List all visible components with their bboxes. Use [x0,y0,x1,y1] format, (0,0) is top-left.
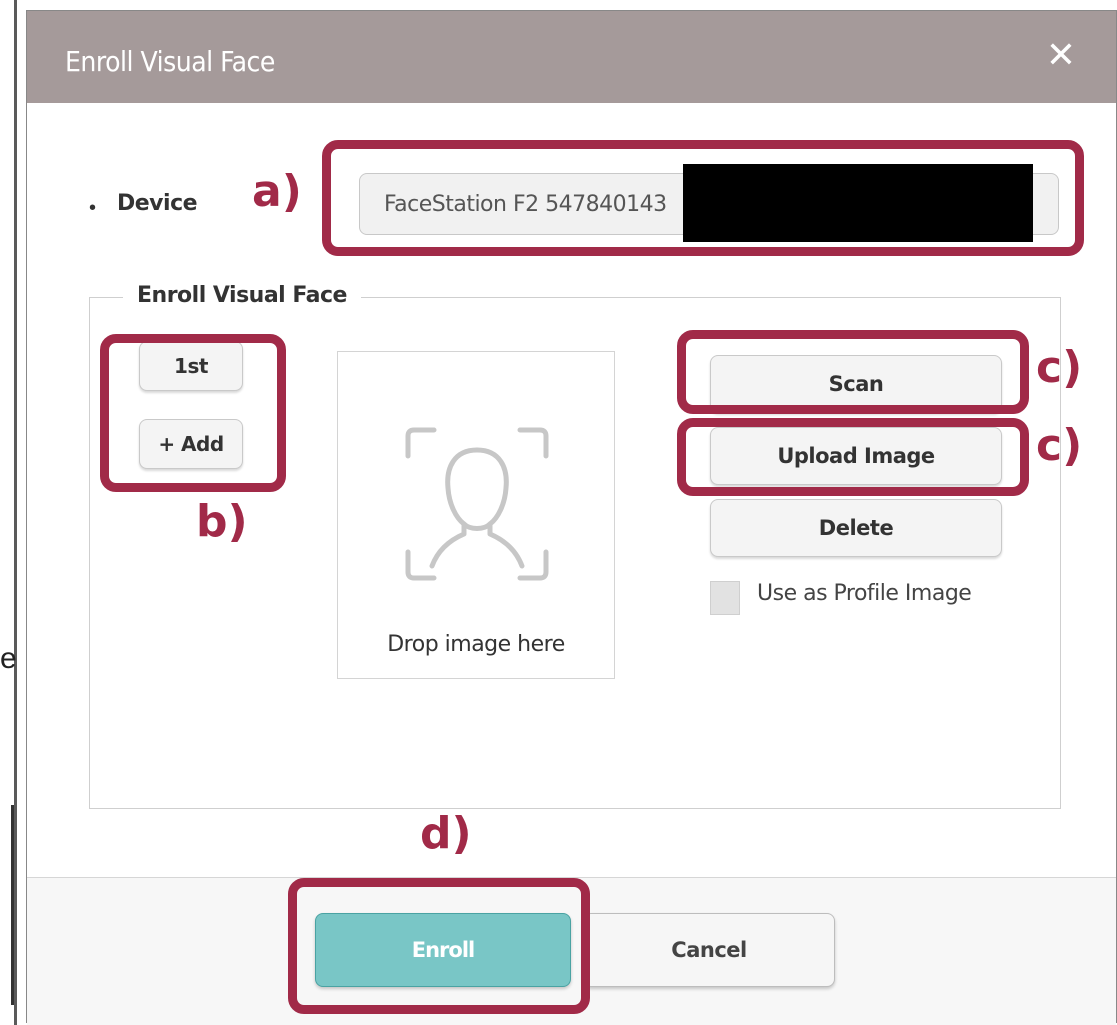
delete-button[interactable]: Delete [710,499,1002,557]
annotation-box-upload [677,418,1029,496]
image-dropzone[interactable]: Drop image here [337,351,615,679]
device-label: Device [117,191,198,216]
backdrop-edge [14,0,17,1025]
annotation-label-a: a) [252,166,302,217]
dialog-titlebar: Enroll Visual Face ✕ [27,11,1116,103]
cancel-button[interactable]: Cancel [583,913,835,987]
annotation-label-b: b) [196,496,248,547]
profile-image-label: Use as Profile Image [757,581,972,606]
dialog-title: Enroll Visual Face [65,45,275,78]
annotation-box-device [322,140,1084,256]
background-frame [0,805,14,1005]
annotation-box-scan [677,330,1029,414]
face-scan-icon [405,427,549,581]
annotation-label-c-upload: c) [1036,420,1083,471]
enroll-fieldset-legend: Enroll Visual Face [123,283,361,308]
annotation-box-slots [100,334,286,492]
annotation-box-enroll [288,878,590,1014]
close-icon[interactable]: ✕ [1042,37,1080,75]
profile-image-checkbox[interactable] [710,581,740,615]
dropzone-text: Drop image here [387,632,565,657]
annotation-label-d: d) [420,808,472,859]
bullet-icon: • [89,197,97,219]
background-text: e [0,642,17,675]
annotation-label-c-scan: c) [1036,342,1083,393]
